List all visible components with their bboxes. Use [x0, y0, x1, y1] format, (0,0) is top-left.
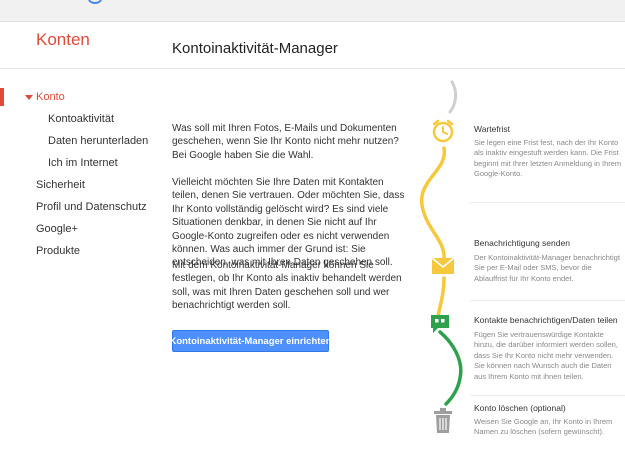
sidebar-item-kontoaktivitaet[interactable]: Kontoaktivität	[48, 113, 114, 125]
sidebar-item-googleplus[interactable]: Google+	[36, 223, 78, 235]
sidebar-item-produkte[interactable]: Produkte	[36, 245, 80, 257]
browser-top-bar	[0, 0, 625, 22]
sidebar-item-sicherheit[interactable]: Sicherheit	[36, 179, 85, 191]
step-title-benachrichtigung: Benachrichtigung senden	[474, 238, 570, 248]
sidebar-item-konto[interactable]: Konto	[25, 91, 65, 103]
intro-paragraph-1: Was soll mit Ihren Fotos, E-Mails und Do…	[172, 123, 399, 161]
trash-can-icon	[434, 408, 452, 433]
step-desc-wartefrist: Sie legen eine Frist fest, nach der Ihr …	[474, 138, 622, 179]
step-divider	[470, 395, 625, 396]
header-divider	[0, 68, 625, 69]
nav-active-indicator	[0, 88, 4, 106]
step-divider	[470, 300, 625, 301]
step-title-wartefrist: Wartefrist	[474, 124, 511, 134]
quote-bubble-icon	[431, 315, 449, 333]
sidebar-item-ich-im-internet[interactable]: Ich im Internet	[48, 157, 118, 169]
step-title-konto-loeschen: Konto löschen (optional)	[474, 403, 566, 413]
intro-paragraph-3: Mit dem Kontoinaktivität-Manager können …	[172, 260, 402, 312]
intro-paragraph-2: Vielleicht möchten Sie Ihre Daten mit Ko…	[172, 177, 405, 269]
step-divider	[470, 202, 625, 203]
app-brand[interactable]: Konten	[36, 30, 90, 50]
page-title: Kontoinaktivität-Manager	[172, 40, 338, 57]
envelope-icon	[431, 257, 455, 274]
sidebar-item-daten-herunterladen[interactable]: Daten herunterladen	[48, 135, 148, 147]
sidebar-item-profil-datenschutz[interactable]: Profil und Datenschutz	[36, 201, 147, 213]
setup-manager-button[interactable]: Kontoinaktivität-Manager einrichten	[169, 330, 332, 352]
step-title-kontakte: Kontakte benachrichtigen/Daten teilen	[474, 315, 618, 325]
step-desc-benachrichtigung: Der Kontoinaktivität-Manager benachricht…	[474, 253, 620, 283]
alarm-clock-icon	[432, 119, 454, 143]
google-logo-fragment-icon	[88, 0, 102, 4]
step-desc-kontakte: Fügen Sie vertrauenswürdige Kontakte hin…	[474, 330, 618, 381]
step-desc-konto-loeschen: Weisen Sie Google an, Ihr Konto in Ihrem…	[474, 417, 613, 437]
